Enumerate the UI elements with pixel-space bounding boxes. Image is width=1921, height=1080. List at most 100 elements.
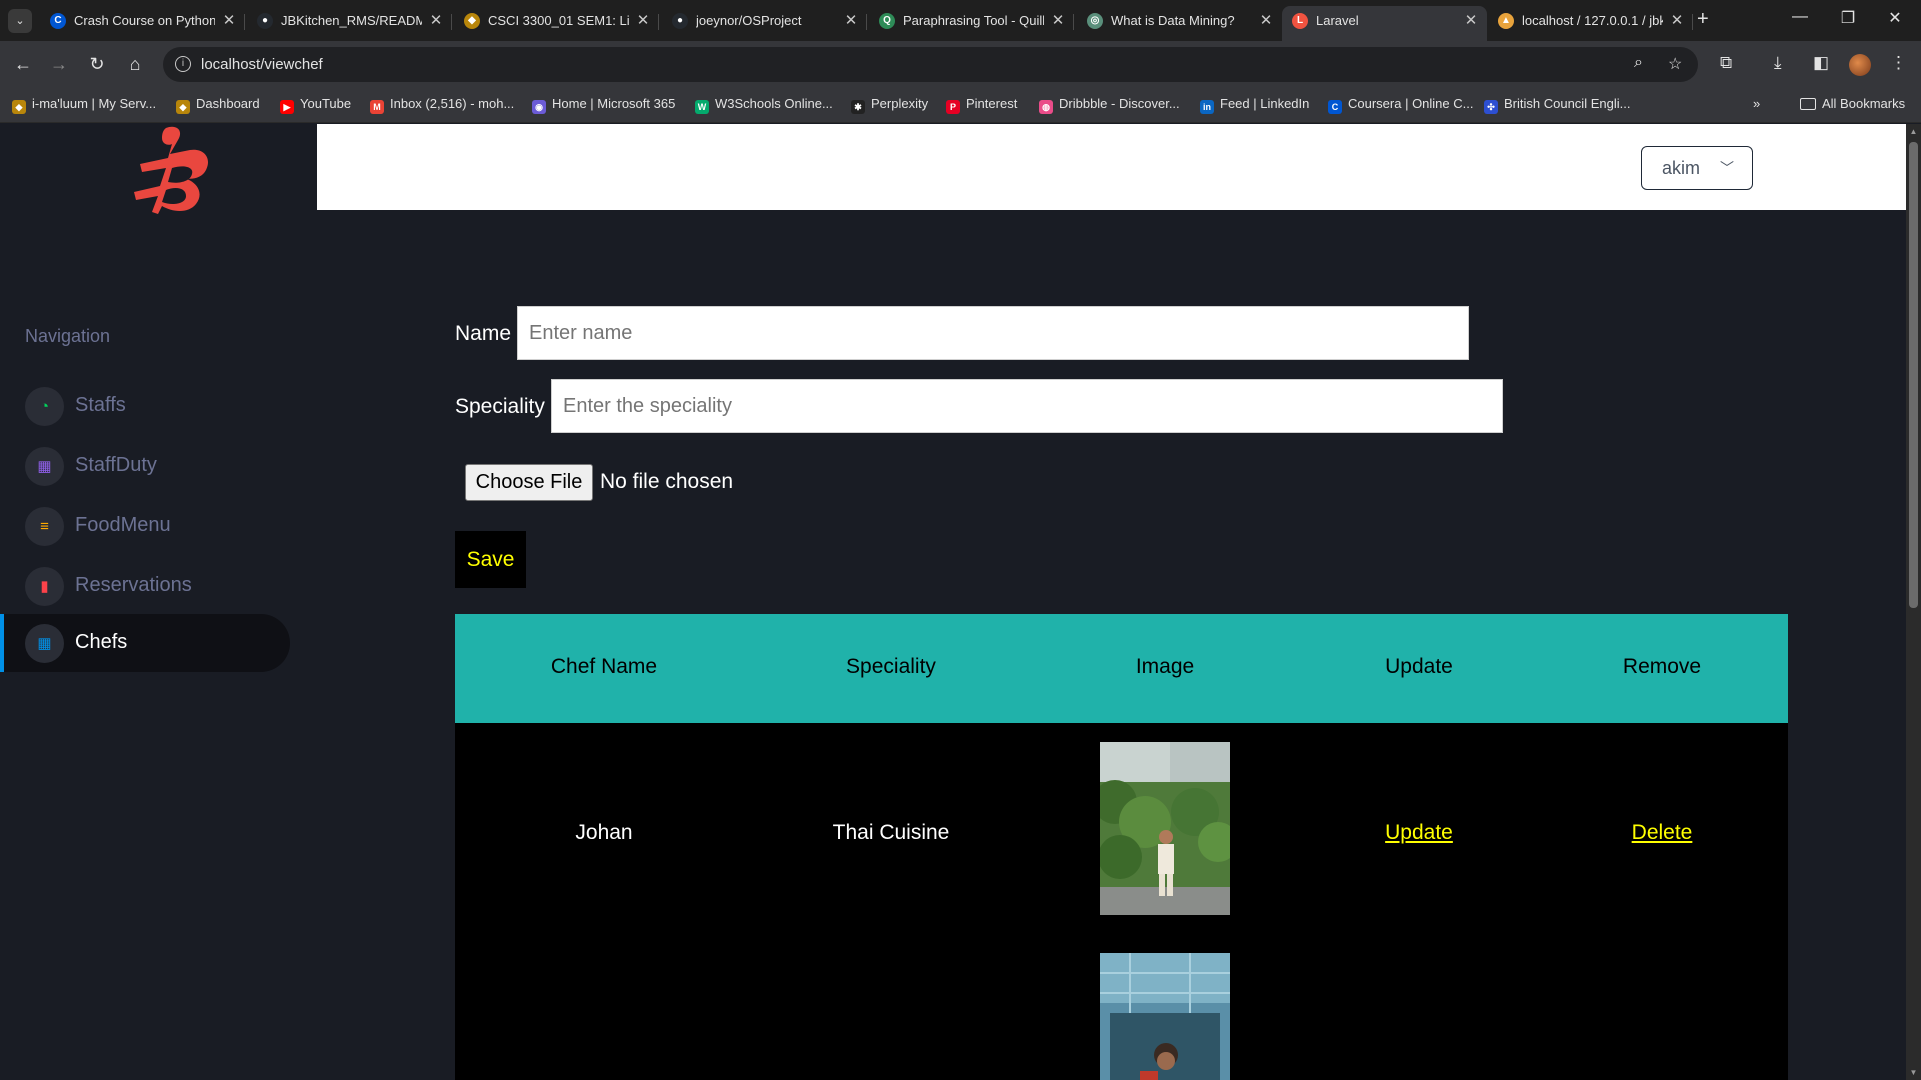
bookmark-item[interactable]: ◆ Dashboard (176, 96, 260, 114)
bookmark-item[interactable]: ▶ YouTube (280, 96, 351, 114)
user-dropdown-button[interactable]: akim ﹀ (1641, 146, 1753, 190)
download-icon[interactable]: ⤓ (1774, 53, 1782, 73)
sidebar-item-label: StaffDuty (75, 454, 157, 476)
brand-logo[interactable] (132, 124, 216, 216)
bookmark-favicon-icon: in (1200, 100, 1214, 114)
bookmark-favicon-icon: ◉ (532, 100, 546, 114)
bookmark-item[interactable]: ◉ Home | Microsoft 365 (532, 96, 675, 114)
page: Navigation ◔ Staffs ▦ StaffDuty ≡ FoodMenu ▮ Re… (0, 124, 1906, 1080)
speedometer-icon: ◔ (25, 387, 64, 426)
restore-icon[interactable]: ❐ (1828, 8, 1868, 28)
bar-chart-icon: ▮ (25, 567, 64, 606)
github-icon: ● (257, 13, 273, 29)
chef-name: Johan (575, 821, 633, 844)
more-bookmarks-icon[interactable]: » (1753, 96, 1760, 111)
browser-tab[interactable]: C Crash Course on Python ✕ (40, 6, 245, 41)
home-icon[interactable]: ⌂ (122, 51, 148, 77)
delete-link[interactable]: Delete (1632, 821, 1693, 845)
close-tab-icon[interactable]: ✕ (1258, 6, 1274, 36)
coursera-icon: C (50, 13, 66, 29)
close-tab-icon[interactable]: ✕ (221, 6, 237, 36)
bookmark-label: YouTube (300, 96, 352, 111)
bookmark-item[interactable]: M Inbox (2,516) - moh... (370, 96, 514, 114)
new-tab-button[interactable]: + (1697, 8, 1709, 31)
bookmark-item[interactable]: ◍ Dribbble - Discover... (1039, 96, 1180, 114)
browser-tab[interactable]: ▲ localhost / 127.0.0.1 / jbkitchen ✕ (1488, 6, 1693, 41)
bookmark-item[interactable]: ✣ British Council Engli... (1484, 96, 1630, 114)
bookmark-label: Coursera | Online C... (1348, 96, 1474, 111)
header-remove: Remove (1622, 655, 1702, 678)
update-link[interactable]: Update (1385, 821, 1453, 845)
tab-title: joeynor/OSProject (696, 13, 802, 28)
scroll-thumb[interactable] (1909, 142, 1918, 608)
sidebar-item-chefs[interactable]: ▦ Chefs (0, 614, 290, 672)
bookmark-favicon-icon: ◍ (1039, 100, 1053, 114)
zoom-icon[interactable]: ⌕ (1634, 54, 1643, 72)
profile-avatar[interactable] (1849, 54, 1871, 76)
browser-tab[interactable]: ◆ CSCI 3300_01 SEM1: Linux ✕ (454, 6, 659, 41)
bookmark-favicon-icon: ▶ (280, 100, 294, 114)
reload-icon[interactable]: ↻ (84, 51, 110, 77)
top-header: akim ﹀ (317, 124, 1906, 210)
tab-title: Crash Course on Python (74, 13, 215, 28)
bookmark-item[interactable]: C Coursera | Online C... (1328, 96, 1473, 114)
close-tab-icon[interactable]: ✕ (428, 6, 444, 36)
sidebar-item-label: FoodMenu (75, 514, 171, 536)
minimize-icon[interactable]: — (1780, 8, 1820, 26)
bookmark-star-icon[interactable]: ☆ (1668, 54, 1682, 74)
grid-icon: ▦ (25, 447, 64, 486)
browser-tab[interactable]: ● JBKitchen_RMS/README.md ✕ (247, 6, 452, 41)
speciality-input[interactable] (551, 379, 1503, 433)
bookmark-item[interactable]: W W3Schools Online... (695, 96, 833, 114)
extensions-icon[interactable]: ⧉ (1720, 53, 1732, 73)
bookmark-label: Home | Microsoft 365 (552, 96, 676, 111)
bookmark-favicon-icon: M (370, 100, 384, 114)
sidebar-item-foodmenu[interactable]: ≡ FoodMenu (0, 497, 290, 555)
bookmark-label: Inbox (2,516) - moh... (390, 96, 515, 111)
tab-search-icon[interactable]: ⌄ (8, 9, 32, 33)
bookmark-favicon-icon: ◆ (176, 100, 190, 114)
menu-icon[interactable]: ⋮ (1890, 53, 1907, 73)
chef-photo (1100, 742, 1230, 915)
bookmark-item[interactable]: P Pinterest (946, 96, 1017, 114)
chevron-down-icon: ﹀ (1720, 160, 1734, 176)
bookmark-item[interactable]: ✱ Perplexity (851, 96, 928, 114)
name-input[interactable] (517, 306, 1469, 360)
close-tab-icon[interactable]: ✕ (1050, 6, 1066, 36)
choose-file-button[interactable]: Choose File (465, 464, 593, 501)
side-panel-icon[interactable]: ◧ (1813, 53, 1829, 73)
save-button[interactable]: Save (455, 531, 526, 588)
browser-tab[interactable]: L Laravel ✕ (1282, 6, 1487, 41)
close-window-icon[interactable]: ✕ (1875, 8, 1915, 28)
forward-icon[interactable]: → (46, 51, 72, 77)
browser-tab[interactable]: ● joeynor/OSProject ✕ (662, 6, 867, 41)
address-bar[interactable]: i localhost/viewchef ⌕ ☆ (163, 47, 1698, 82)
scroll-down-icon[interactable]: ▼ (1906, 1065, 1921, 1080)
bookmark-favicon-icon: ✣ (1484, 100, 1498, 114)
bookmark-label: Perplexity (871, 96, 929, 111)
back-icon[interactable]: ← (10, 51, 36, 77)
browser-tab[interactable]: Q Paraphrasing Tool - QuillBot ✕ (869, 6, 1074, 41)
header-image: Image (1135, 655, 1195, 678)
page-scrollbar[interactable]: ▲ ▼ (1906, 124, 1921, 1080)
sidebar-item-reservations[interactable]: ▮ Reservations (0, 557, 290, 615)
tab-title: Paraphrasing Tool - QuillBot (903, 13, 1044, 28)
browser-tab[interactable]: ◎ What is Data Mining? ✕ (1077, 6, 1282, 41)
bookmark-item[interactable]: ◆ i-ma'luum | My Serv... (12, 96, 156, 114)
tab-strip: ⌄ C Crash Course on Python ✕ ● JBKitchen_RMS… (0, 0, 1921, 41)
address-url[interactable]: localhost/viewchef (201, 56, 323, 73)
close-tab-icon[interactable]: ✕ (1669, 6, 1685, 36)
sidebar-item-staffduty[interactable]: ▦ StaffDuty (0, 437, 290, 495)
sidebar-item-staffs[interactable]: ◔ Staffs (0, 377, 290, 435)
bookmark-label: W3Schools Online... (715, 96, 833, 111)
bookmark-item[interactable]: in Feed | LinkedIn (1200, 96, 1309, 114)
scroll-up-icon[interactable]: ▲ (1906, 124, 1921, 139)
all-bookmarks-button[interactable]: All Bookmarks (1800, 96, 1905, 111)
tab-title: JBKitchen_RMS/README.md (281, 13, 422, 28)
close-tab-icon[interactable]: ✕ (843, 6, 859, 36)
site-info-icon[interactable]: i (175, 56, 191, 72)
close-tab-icon[interactable]: ✕ (635, 6, 651, 36)
close-tab-icon[interactable]: ✕ (1463, 6, 1479, 36)
bookmark-label: Dribbble - Discover... (1059, 96, 1180, 111)
chef-speciality: Thai Cuisine (832, 821, 950, 844)
